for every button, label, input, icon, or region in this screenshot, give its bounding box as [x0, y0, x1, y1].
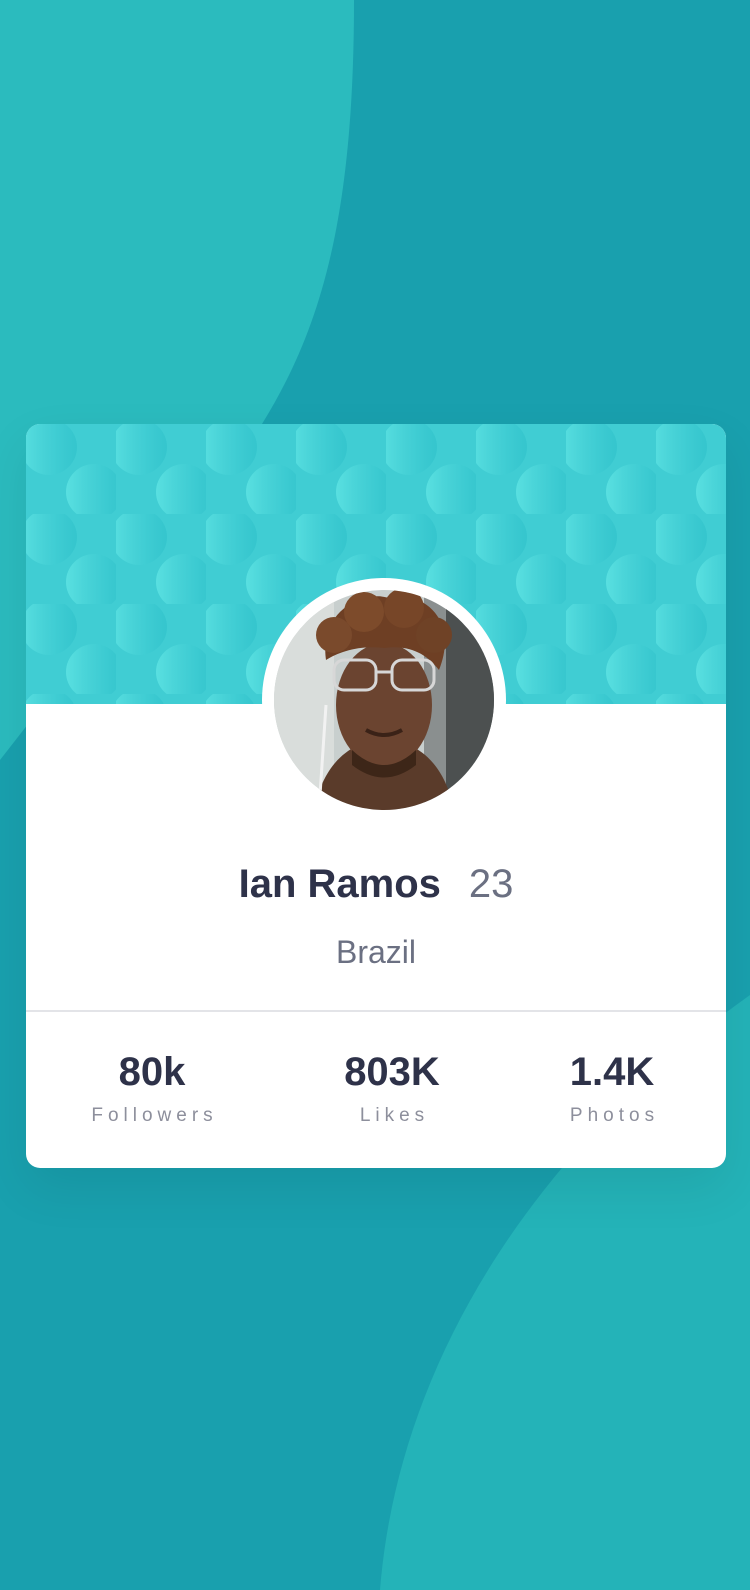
stat-followers: 80k Followers	[32, 1052, 272, 1125]
divider	[26, 1010, 726, 1012]
profile-card: Ian Ramos 23 Brazil 80k Followers 803K Li…	[26, 424, 726, 1168]
avatar[interactable]	[274, 590, 494, 810]
stat-value: 803K	[344, 1050, 440, 1094]
stat-photos: 1.4K Photos	[492, 1052, 726, 1125]
stat-label: Photos	[569, 1105, 660, 1126]
profile-age: 23	[468, 862, 514, 906]
stat-value: 1.4K	[569, 1050, 655, 1094]
stat-likes: 803K Likes	[272, 1052, 512, 1125]
stat-value: 80k	[118, 1050, 186, 1094]
avatar-ring	[262, 578, 506, 822]
profile-name: Ian Ramos	[238, 862, 441, 906]
stat-label: Followers	[91, 1105, 218, 1126]
profile-country: Brazil	[335, 934, 416, 970]
stat-label: Likes	[359, 1105, 430, 1126]
name-row: Ian Ramos 23	[26, 864, 726, 904]
